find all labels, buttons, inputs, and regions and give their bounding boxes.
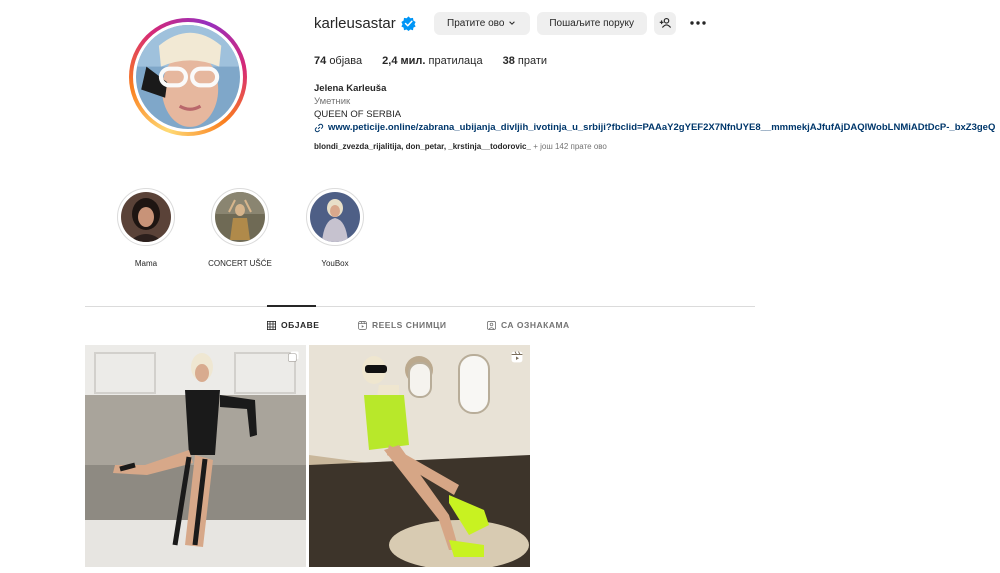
post-tile[interactable] (309, 345, 530, 567)
post-image-sofa (85, 345, 306, 567)
bio-link-text: www.peticije.online/zabrana_ubijanja_div… (328, 122, 996, 133)
more-options-button[interactable] (687, 12, 709, 34)
highlight-label: CONCERT UŠĆE (208, 259, 272, 268)
highlight-concert-image (215, 192, 265, 242)
tab-tagged-label: СА ОЗНАКАМА (501, 320, 570, 330)
highlight-mama[interactable]: Mama (111, 188, 181, 268)
post-tile[interactable] (85, 345, 306, 567)
highlight-mama-image (121, 192, 171, 242)
highlight-label: YouBox (321, 259, 349, 268)
following-link[interactable]: 38 прати (503, 55, 547, 67)
carousel-icon (288, 351, 299, 362)
chevron-down-icon (509, 21, 516, 25)
link-icon (314, 123, 324, 132)
tab-reels-label: REELS СНИМЦИ (372, 320, 447, 330)
profile-avatar[interactable] (129, 18, 247, 136)
tab-posts-label: ОБЈАВЕ (281, 320, 320, 330)
tab-tagged[interactable]: СА ОЗНАКАМА (487, 320, 570, 330)
active-tab-indicator (267, 305, 316, 307)
highlight-youbox-image (310, 192, 360, 242)
profile-tagline: QUEEN OF SERBIA (314, 109, 402, 120)
highlight-label: Mama (134, 259, 158, 268)
profile-stats: 74 објава 2,4 мил. пратилаца 38 прати (314, 55, 567, 67)
follow-button[interactable]: Пратите ово (433, 11, 530, 35)
followed-by-names: blondi_zvezda_rijalitija, don_petar, _kr… (314, 142, 531, 151)
followers-link[interactable]: 2,4 мил. пратилаца (382, 55, 482, 67)
tagged-icon (487, 320, 496, 330)
tab-reels[interactable]: REELS СНИМЦИ (358, 320, 447, 330)
bio-link[interactable]: www.peticije.online/zabrana_ubijanja_div… (314, 121, 995, 134)
avatar-image (136, 25, 240, 129)
add-person-icon (659, 17, 671, 28)
profile-full-name: Jelena Karleuša (314, 83, 387, 94)
tab-posts[interactable]: ОБЈАВЕ (267, 320, 319, 330)
posts-count: 74 објава (314, 55, 363, 67)
verified-badge-icon (401, 15, 416, 31)
followed-by-more: + још 142 прате ово (530, 142, 607, 151)
tabs-divider (85, 306, 755, 307)
profile-bio: Jelena Karleuša Уметник QUEEN OF SERBIA … (314, 82, 995, 134)
followed-by[interactable]: blondi_zvezda_rijalitija, don_petar, _kr… (314, 142, 607, 151)
profile-tabs: ОБЈАВЕ REELS СНИМЦИ СА ОЗНАКАМА (0, 320, 1000, 334)
suggest-accounts-button[interactable] (653, 11, 676, 35)
reel-post-icon (511, 351, 523, 363)
reels-icon (358, 320, 367, 330)
follow-button-label: Пратите ово (447, 17, 505, 29)
post-image-jet (309, 345, 530, 567)
grid-icon (267, 320, 276, 330)
more-icon (690, 21, 706, 25)
message-button[interactable]: Пошаљите поруку (536, 11, 647, 35)
profile-username: karleusastar (314, 14, 396, 32)
highlight-concert[interactable]: CONCERT UŠĆE (205, 188, 275, 268)
highlight-youbox[interactable]: YouBox (300, 188, 370, 268)
profile-category: Уметник (314, 96, 351, 107)
